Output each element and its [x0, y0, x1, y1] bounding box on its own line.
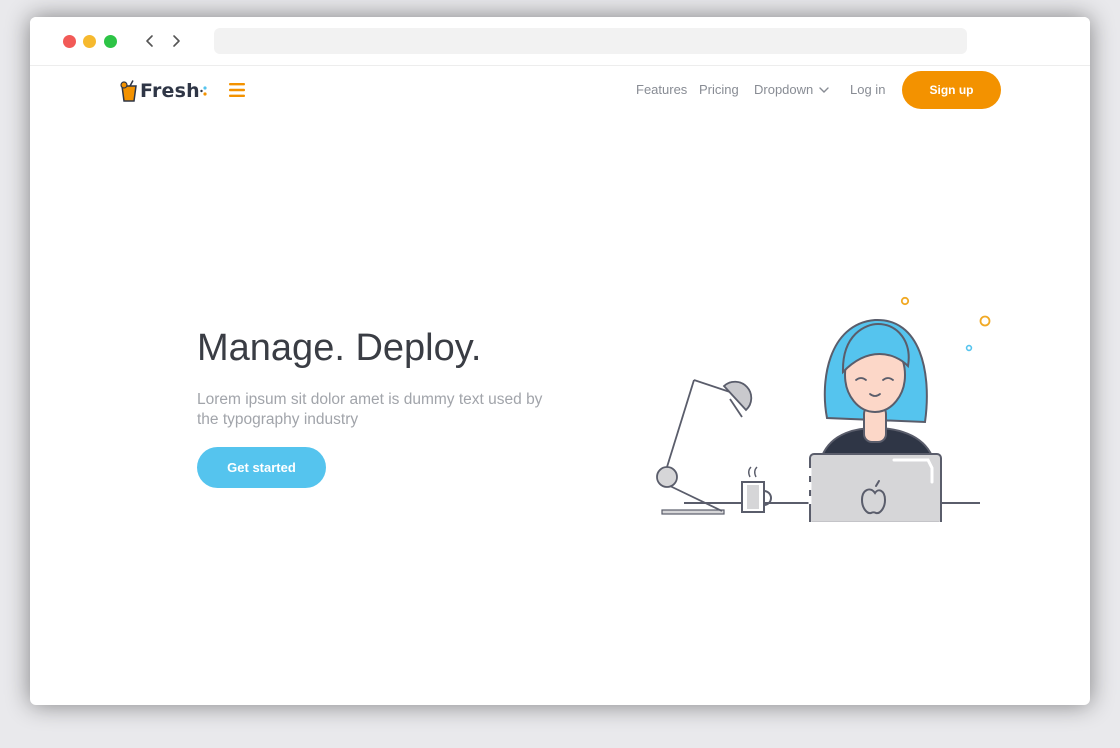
hero-title: Manage. Deploy. [197, 327, 482, 369]
close-window-button[interactable] [63, 35, 76, 48]
hero-subtitle: Lorem ipsum sit dolor amet is dummy text… [197, 391, 543, 428]
lamp-joint [656, 466, 678, 488]
maximize-window-button[interactable] [104, 35, 117, 48]
juice-glass-icon [120, 80, 137, 102]
site-logo[interactable]: Fresh [120, 78, 208, 104]
lamp-base [661, 509, 725, 515]
back-arrow-icon[interactable] [142, 32, 158, 50]
address-bar[interactable] [214, 28, 967, 54]
logo-dots-icon [200, 86, 207, 96]
browser-window: Fresh Features Pricing Dropdown Log in S… [30, 17, 1090, 705]
browser-toolbar [30, 17, 1090, 66]
lamp-shade [722, 380, 753, 412]
nav-dropdown-toggle[interactable]: Dropdown [754, 82, 813, 97]
nav-link-features[interactable]: Features [636, 82, 687, 97]
sparkle-dot [979, 315, 991, 327]
sparkle-dot [965, 344, 973, 352]
woman-at-laptop-illustration [656, 296, 991, 522]
minimize-window-button[interactable] [83, 35, 96, 48]
forward-arrow-icon[interactable] [168, 32, 184, 50]
sparkle-dot [900, 296, 910, 306]
get-started-button[interactable]: Get started [197, 447, 326, 488]
site-navbar: Fresh Features Pricing Dropdown Log in S… [30, 66, 1090, 116]
signup-button[interactable]: Sign up [902, 71, 1001, 109]
nav-link-login[interactable]: Log in [850, 82, 885, 97]
nav-link-pricing[interactable]: Pricing [699, 82, 739, 97]
chevron-down-icon[interactable] [819, 86, 829, 94]
hamburger-icon[interactable] [229, 83, 245, 97]
logo-text: Fresh [140, 80, 200, 102]
